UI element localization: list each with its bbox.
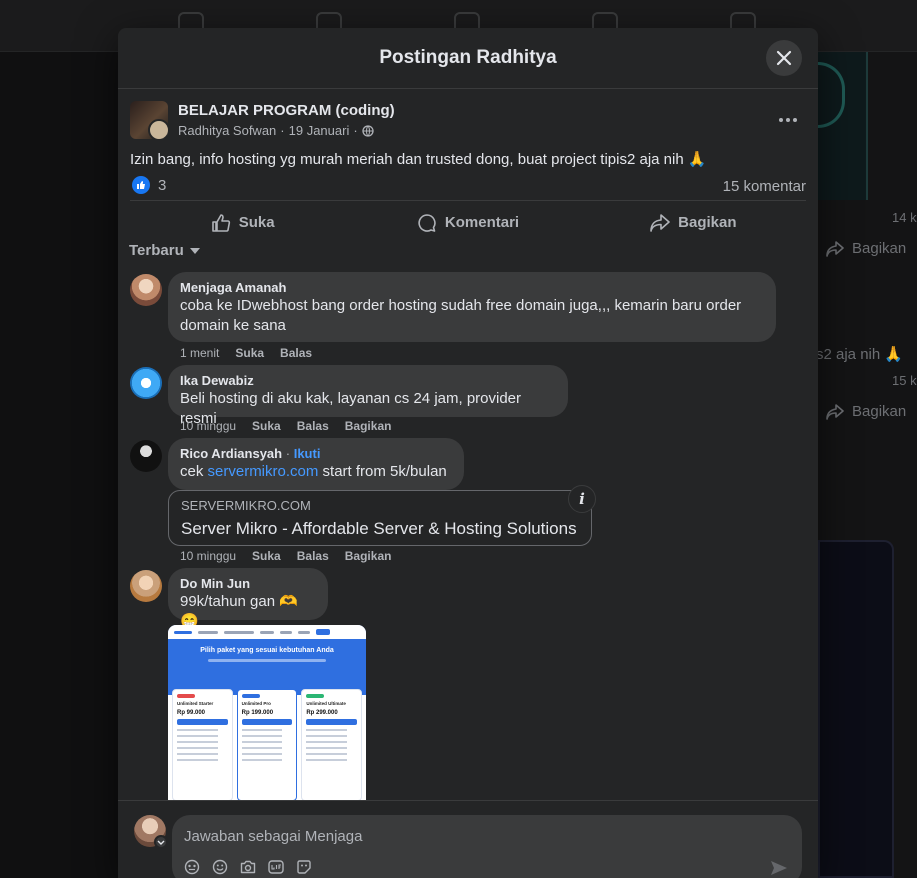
post-meta: Radhitya Sofwan · 19 Januari ·: [178, 123, 374, 138]
comment-time[interactable]: 1 menit: [180, 346, 219, 360]
comment-button[interactable]: Komentari: [355, 201, 580, 244]
background-post-image-2: [818, 540, 894, 878]
sticker-icon[interactable]: [296, 859, 312, 875]
comment-image[interactable]: Pilih paket yang sesuai kebutuhan Anda U…: [168, 625, 366, 801]
comment-like-button[interactable]: Suka: [235, 346, 264, 360]
comment-text: cek servermikro.com start from 5k/bulan: [180, 463, 447, 480]
comment-avatar[interactable]: [130, 570, 162, 602]
comment-author[interactable]: Do Min Jun: [180, 576, 316, 592]
reply-composer: [118, 800, 818, 878]
background-comment-count: 14 k: [892, 210, 917, 225]
comment-link[interactable]: servermikro.com: [208, 463, 319, 480]
comment-author[interactable]: Rico Ardiansyah: [180, 446, 282, 461]
comment-bubble: Menjaga Amanah coba ke IDwebhost bang or…: [168, 272, 776, 342]
follow-button[interactable]: Ikuti: [294, 446, 321, 461]
composer-tools: [184, 859, 312, 875]
close-button[interactable]: [766, 40, 802, 76]
author-avatar[interactable]: [148, 119, 168, 139]
close-icon: [776, 50, 792, 66]
gif-icon[interactable]: [268, 859, 284, 875]
comment-text: coba ke IDwebhost bang order hosting sud…: [180, 297, 742, 314]
reactions-summary[interactable]: 3: [132, 176, 166, 194]
comment-reply-button[interactable]: Balas: [280, 346, 312, 360]
post-text: Izin bang, info hosting yg murah meriah …: [130, 151, 707, 168]
comment-text-continued: domain ke sana: [180, 317, 286, 334]
comment-share-button[interactable]: Bagikan: [345, 419, 392, 433]
share-icon: [826, 240, 844, 257]
account-switch-button[interactable]: [154, 835, 168, 849]
background-share-button[interactable]: Bagikan: [826, 240, 906, 257]
comment-avatar[interactable]: [130, 440, 162, 472]
like-reaction-icon: [132, 176, 150, 194]
comment-time[interactable]: 10 minggu: [180, 419, 236, 433]
comment-reply-button[interactable]: Balas: [297, 419, 329, 433]
dialog-header: Postingan Radhitya: [118, 28, 818, 89]
group-name[interactable]: BELAJAR PROGRAM (coding): [178, 102, 395, 119]
image-heading: Pilih paket yang sesuai kebutuhan Anda: [200, 647, 334, 654]
like-button[interactable]: Suka: [130, 201, 355, 244]
link-preview-title: Server Mikro - Affordable Server & Hosti…: [181, 519, 577, 538]
dialog-title: Postingan Radhitya: [379, 47, 557, 68]
post-date[interactable]: 19 Januari: [289, 123, 350, 138]
post-dialog: Postingan Radhitya BELAJAR PROGRAM (codi…: [118, 28, 818, 878]
pricing-card: Unlimited Starter Rp 99.000: [172, 689, 233, 801]
comment-avatar[interactable]: [130, 367, 162, 399]
more-options-button[interactable]: [774, 106, 802, 134]
pricing-card: Unlimited Pro Rp 199.000: [236, 689, 298, 801]
background-post-snippet: s2 aja nih 🙏: [816, 346, 904, 363]
background-post-image: [818, 52, 868, 200]
comment-like-button[interactable]: Suka: [252, 419, 281, 433]
comment-meta: 1 menit Suka Balas: [180, 346, 312, 360]
comment-author[interactable]: Ika Dewabiz: [180, 373, 556, 389]
background-comment-count-2: 15 k: [892, 373, 917, 388]
share-icon: [826, 403, 844, 420]
comment-like-button[interactable]: Suka: [252, 549, 281, 563]
comment-bubble: Rico Ardiansyah · Ikuti cek servermikro.…: [168, 438, 464, 490]
thumbs-up-icon: [211, 213, 230, 232]
globe-icon: [362, 124, 374, 137]
comment-share-button[interactable]: Bagikan: [345, 549, 392, 563]
share-button[interactable]: Bagikan: [581, 201, 806, 244]
chevron-down-icon: [157, 840, 165, 845]
background-share-button-2[interactable]: Bagikan: [826, 403, 906, 420]
pricing-card: Unlimited Ultimate Rp 299.000: [301, 689, 363, 801]
comment-count[interactable]: 15 komentar: [723, 178, 806, 195]
comment-meta: 10 minggu Suka Balas Bagikan: [180, 549, 391, 563]
group-avatar[interactable]: [130, 101, 168, 139]
like-count: 3: [158, 176, 167, 194]
reply-box: [172, 815, 802, 878]
comment-author[interactable]: Menjaga Amanah: [180, 280, 764, 296]
reply-input[interactable]: [184, 825, 744, 847]
comment-meta: 10 minggu Suka Balas Bagikan: [180, 419, 391, 433]
caret-down-icon: [189, 247, 200, 254]
post-author[interactable]: Radhitya Sofwan: [178, 123, 276, 138]
more-icon: [779, 118, 797, 122]
emoji-icon[interactable]: [212, 859, 228, 875]
link-preview-card[interactable]: SERVERMIKRO.COM Server Mikro - Affordabl…: [168, 490, 592, 546]
send-icon[interactable]: [770, 859, 788, 877]
comment-icon: [418, 213, 436, 232]
post-actions: Suka Komentari Bagikan: [130, 200, 806, 244]
comment-reply-button[interactable]: Balas: [297, 549, 329, 563]
comment-time[interactable]: 10 minggu: [180, 549, 236, 563]
comment-bubble: Ika Dewabiz Beli hosting di aku kak, lay…: [168, 365, 568, 427]
comment-avatar[interactable]: [130, 274, 162, 306]
camera-icon[interactable]: [240, 859, 256, 875]
comment-bubble: Do Min Jun 99k/tahun gan 🫶😁: [168, 568, 328, 630]
comment-sort-dropdown[interactable]: Terbaru: [129, 242, 200, 259]
share-icon: [650, 213, 670, 232]
avatar-sticker-icon[interactable]: [184, 859, 200, 875]
info-icon[interactable]: i: [568, 485, 596, 513]
link-preview-domain: SERVERMIKRO.COM: [181, 498, 311, 513]
